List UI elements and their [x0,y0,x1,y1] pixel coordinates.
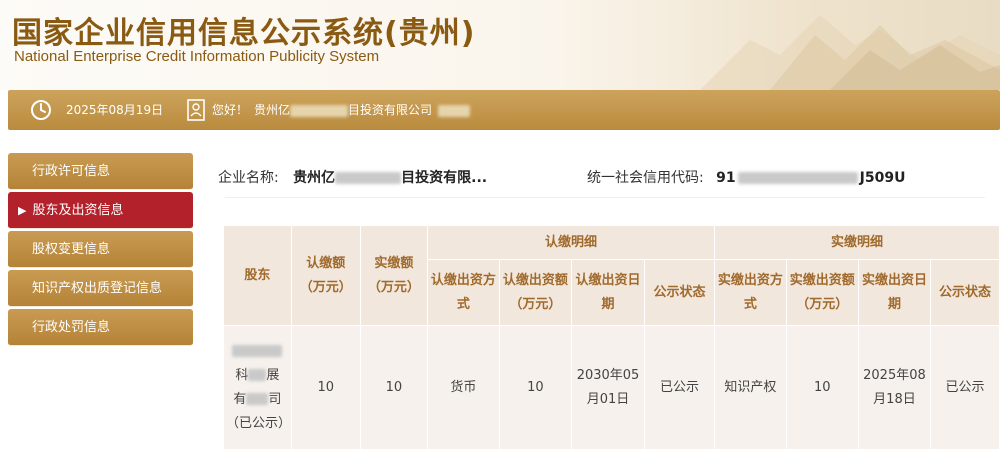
col-header-sub-amount: 认缴出资额（万元） [498,259,572,326]
cell-paid-amt: 10 [785,325,859,450]
greeting-text: 您好！ [212,103,249,117]
group-header-paid-detail: 实缴明细 [713,225,1000,260]
sidebar-item-label: 行政许可信息 [32,164,111,179]
sidebar-item-label: 知识产权出质登记信息 [32,281,163,296]
group-header-subscribed-detail: 认缴明细 [427,225,715,260]
enterprise-name-value: 贵州亿 目投资有限... [293,170,488,186]
table-row: 科展 有司 （已公示） 10 10 货币 10 2030年05月01日 已公示 … [223,325,1000,450]
divider [225,197,985,198]
cell-sub-method: 货币 [427,325,500,450]
cell-paid-date: 2025年08月18日 [857,325,932,450]
mountain-decoration [700,15,1000,90]
sidebar-item-label: 行政处罚信息 [32,320,111,335]
col-header-paid-amount: 实缴额（万元） [359,225,429,326]
enterprise-name-label: 企业名称: [218,170,279,186]
cell-paid-method: 知识产权 [713,325,787,450]
cell-sub-status: 已公示 [644,325,715,450]
site-title: 国家企业信用信息公示系统(贵州) [12,16,476,51]
current-date: 2025年08月19日 [66,103,164,117]
col-header-sub-status: 公示状态 [644,259,715,326]
main-content: 企业名称: 贵州亿 目投资有限... 统一社会信用代码: 91 J509U 股东 认… [205,153,1000,452]
sidebar-item-label: 股东及出资信息 [32,203,124,218]
sidebar-item-label: 股权变更信息 [32,242,111,257]
sidebar-item-equity-change[interactable]: 股权变更信息 [8,231,193,268]
sidebar-item-administrative-license[interactable]: 行政许可信息 [8,153,193,190]
credit-code-row: 统一社会信用代码: 91 J509U [587,167,905,187]
col-header-shareholder: 股东 [223,225,292,326]
col-header-paid-status: 公示状态 [930,259,1000,326]
user-icon [187,99,205,121]
sidebar-nav: 行政许可信息 ▶ 股东及出资信息 股权变更信息 知识产权出质登记信息 行政处罚信息 [8,153,193,348]
col-header-paid-method: 实缴出资方式 [713,259,787,326]
cell-paid-status: 已公示 [930,325,1000,450]
sidebar-item-shareholders[interactable]: ▶ 股东及出资信息 [8,192,193,229]
cell-subscribed-amount: 10 [290,325,361,450]
credit-code-label: 统一社会信用代码: [587,170,704,186]
col-header-paid-amt: 实缴出资额（万元） [785,259,859,326]
col-header-subscribed-amount: 认缴额（万元） [290,225,361,326]
col-header-sub-method: 认缴出资方式 [427,259,500,326]
site-subtitle: National Enterprise Credit Information P… [14,48,380,65]
credit-code-value: 91 J509U [716,170,906,186]
cell-sub-date: 2030年05月01日 [570,325,646,450]
logged-in-company: 贵州亿 目投资有限公司 [254,101,471,118]
sidebar-item-administrative-penalty[interactable]: 行政处罚信息 [8,309,193,346]
info-bar: 2025年08月19日 您好！ 贵州亿 目投资有限公司 [8,90,1000,130]
active-arrow-icon: ▶ [18,204,27,217]
sidebar-item-ip-pledge[interactable]: 知识产权出质登记信息 [8,270,193,307]
shareholder-table: 股东 认缴额（万元） 实缴额（万元） 认缴明细 实缴明细 认缴出资方式 认缴出资… [223,225,1000,450]
cell-paid-amount: 10 [359,325,429,450]
clock-icon [31,100,51,120]
col-header-paid-date: 实缴出资日期 [857,259,932,326]
cell-shareholder[interactable]: 科展 有司 （已公示） [223,325,292,450]
site-header: 国家企业信用信息公示系统(贵州) National Enterprise Cre… [0,0,1000,90]
cell-sub-amount: 10 [498,325,572,450]
col-header-sub-date: 认缴出资日期 [570,259,646,326]
enterprise-name-row: 企业名称: 贵州亿 目投资有限... [218,167,487,187]
